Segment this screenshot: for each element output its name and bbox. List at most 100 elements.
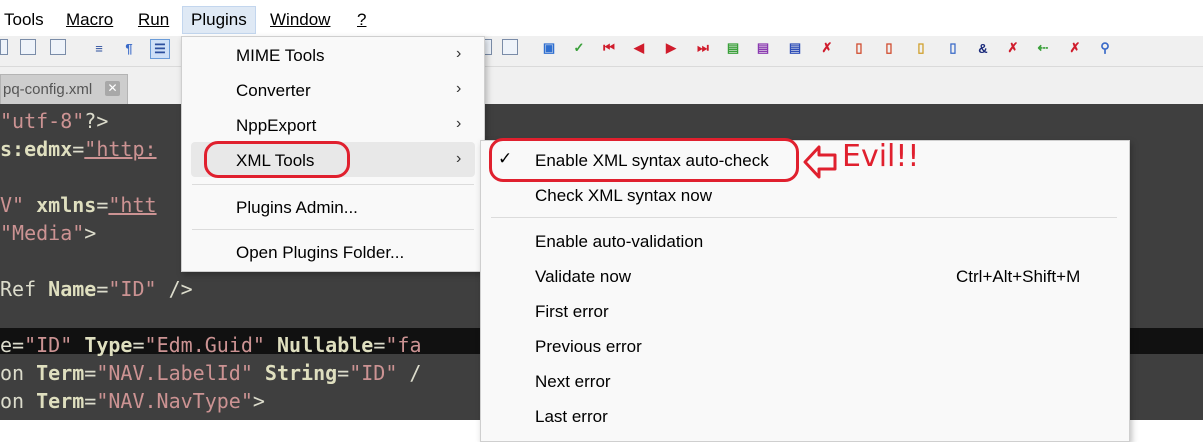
xml-tools-submenu: Enable XML syntax auto-check ✓ Check XML s…: [480, 140, 1130, 442]
xml-menu-item[interactable]: First error: [535, 302, 609, 322]
code-token: Nullable: [276, 333, 374, 357]
xml-menu-item[interactable]: Next error: [535, 372, 611, 392]
word-wrap-icon[interactable]: ≡: [90, 39, 108, 57]
code-line: V" xmlns="htt: [0, 193, 157, 217]
code-token: "fa: [385, 333, 422, 357]
menu-window[interactable]: Window: [270, 10, 330, 30]
xml-menu-item[interactable]: Validate now: [535, 267, 631, 287]
code-token: s:edmx: [0, 137, 73, 161]
tab-filename: pq-config.xml: [3, 81, 93, 98]
menu-bar: Tools Macro Run Plugins Window ?: [0, 0, 1203, 36]
code-token: "utf-8": [0, 109, 85, 133]
code-token: >: [84, 221, 97, 245]
find-in-files-icon[interactable]: [0, 39, 8, 55]
menu-run[interactable]: Run: [138, 10, 169, 30]
ampersand-icon[interactable]: &: [974, 39, 992, 57]
code-token: =: [337, 361, 350, 385]
code-token: >: [252, 389, 265, 413]
code-token: =: [132, 333, 145, 357]
xml-menu-item[interactable]: Enable auto-validation: [535, 232, 703, 252]
linearize-icon[interactable]: ▯: [912, 39, 930, 57]
close-icon[interactable]: ✕: [105, 81, 120, 96]
menu-run-label: Run: [138, 10, 170, 29]
menu-plugins[interactable]: Plugins: [182, 6, 256, 34]
code-token: =: [96, 277, 109, 301]
code-line: e="ID" Type="Edm.Guid" Nullable="fa: [0, 333, 421, 357]
code-token: Ref: [0, 277, 49, 301]
left-arrow-icon: [803, 145, 837, 179]
collapse-icon[interactable]: ✗: [1066, 39, 1084, 57]
code-token: "htt: [108, 193, 157, 217]
first-icon[interactable]: ⏮: [600, 39, 618, 57]
code-line: "utf-8"?>: [0, 109, 108, 133]
menu-separator: [491, 217, 1117, 218]
code-line: Ref Name="ID" />: [0, 277, 193, 301]
record-macro-icon[interactable]: ▣: [540, 39, 558, 57]
xml-menu-item[interactable]: Check XML syntax now: [535, 186, 712, 206]
shortcut-label: Ctrl+Alt+Shift+M: [956, 267, 1081, 286]
menu-separator: [192, 184, 474, 185]
schema-icon[interactable]: ▤: [754, 39, 772, 57]
plugins-menu-item[interactable]: Open Plugins Folder...: [236, 243, 404, 263]
code-token: "ID": [349, 361, 398, 385]
find-icon[interactable]: [20, 39, 36, 55]
code-token: V": [0, 193, 37, 217]
code-line: on Term="NAV.NavType">: [0, 389, 265, 413]
code-token: xmlns: [36, 193, 97, 217]
code-token: =: [12, 333, 25, 357]
xml-menu-item[interactable]: Last error: [535, 407, 608, 427]
wrap-icon[interactable]: [50, 39, 66, 55]
code-token: /: [397, 361, 422, 385]
plugins-menu-item[interactable]: Plugins Admin...: [236, 198, 358, 218]
highlight-xml-tools: [204, 141, 350, 178]
pilcrow-icon[interactable]: ¶: [120, 39, 138, 57]
convert-icon[interactable]: ▯: [944, 39, 962, 57]
expand-icon[interactable]: ⇠: [1034, 39, 1052, 57]
code-token: =: [96, 193, 109, 217]
code-token: "Media": [0, 221, 85, 245]
code-token: Name: [48, 277, 97, 301]
check-icon[interactable]: ✓: [570, 39, 588, 57]
comment-icon[interactable]: ▯: [850, 39, 868, 57]
chevron-right-icon: ›: [456, 115, 462, 132]
chevron-right-icon: ›: [456, 80, 462, 97]
code-token: "Edm.Guid": [144, 333, 277, 357]
code-token: />: [156, 277, 193, 301]
validate-icon[interactable]: ▤: [724, 39, 742, 57]
code-token: on: [0, 361, 37, 385]
indent-guide-icon[interactable]: ☰: [150, 39, 170, 59]
plugins-menu-item[interactable]: Converter: [236, 81, 311, 101]
pretty-print-icon[interactable]: ✗: [818, 39, 836, 57]
uncomment-icon[interactable]: ▯: [880, 39, 898, 57]
menu-help[interactable]: ?: [357, 10, 366, 30]
xpath-icon[interactable]: ▤: [786, 39, 804, 57]
plugins-menu-item[interactable]: MIME Tools: [236, 46, 325, 66]
code-line: on Term="NAV.LabelId" String="ID" /: [0, 361, 421, 385]
doc-map-icon[interactable]: [502, 39, 518, 55]
code-token: String: [264, 361, 338, 385]
macro-icon[interactable]: [484, 39, 492, 55]
menu-separator: [192, 229, 474, 230]
xml-menu-item[interactable]: Previous error: [535, 337, 642, 357]
highlight-auto-check: [489, 138, 799, 182]
last-icon[interactable]: ⏭: [694, 39, 712, 57]
code-token: "http:: [84, 137, 157, 161]
tab-file[interactable]: pq-config.xml ✕: [0, 74, 128, 104]
code-line: s:edmx="http:: [0, 137, 157, 161]
menu-macro[interactable]: Macro: [66, 10, 113, 30]
code-line: "Media">: [0, 221, 96, 245]
menu-tools[interactable]: Tools: [4, 10, 44, 30]
code-token: "NAV.LabelId": [96, 361, 265, 385]
next-icon[interactable]: ▶: [662, 39, 680, 57]
options-icon[interactable]: ⚲: [1096, 39, 1114, 57]
code-token: =: [373, 333, 386, 357]
prev-icon[interactable]: ◀: [630, 39, 648, 57]
menu-macro-label: Macro: [66, 10, 114, 29]
code-token: Term: [36, 389, 85, 413]
cross-icon[interactable]: ✗: [1004, 39, 1022, 57]
code-token: on: [0, 389, 37, 413]
menu-help-label: ?: [357, 10, 367, 29]
plugins-menu-item[interactable]: NppExport: [236, 116, 316, 136]
code-token: ?>: [84, 109, 109, 133]
code-token: "NAV.NavType": [96, 389, 253, 413]
